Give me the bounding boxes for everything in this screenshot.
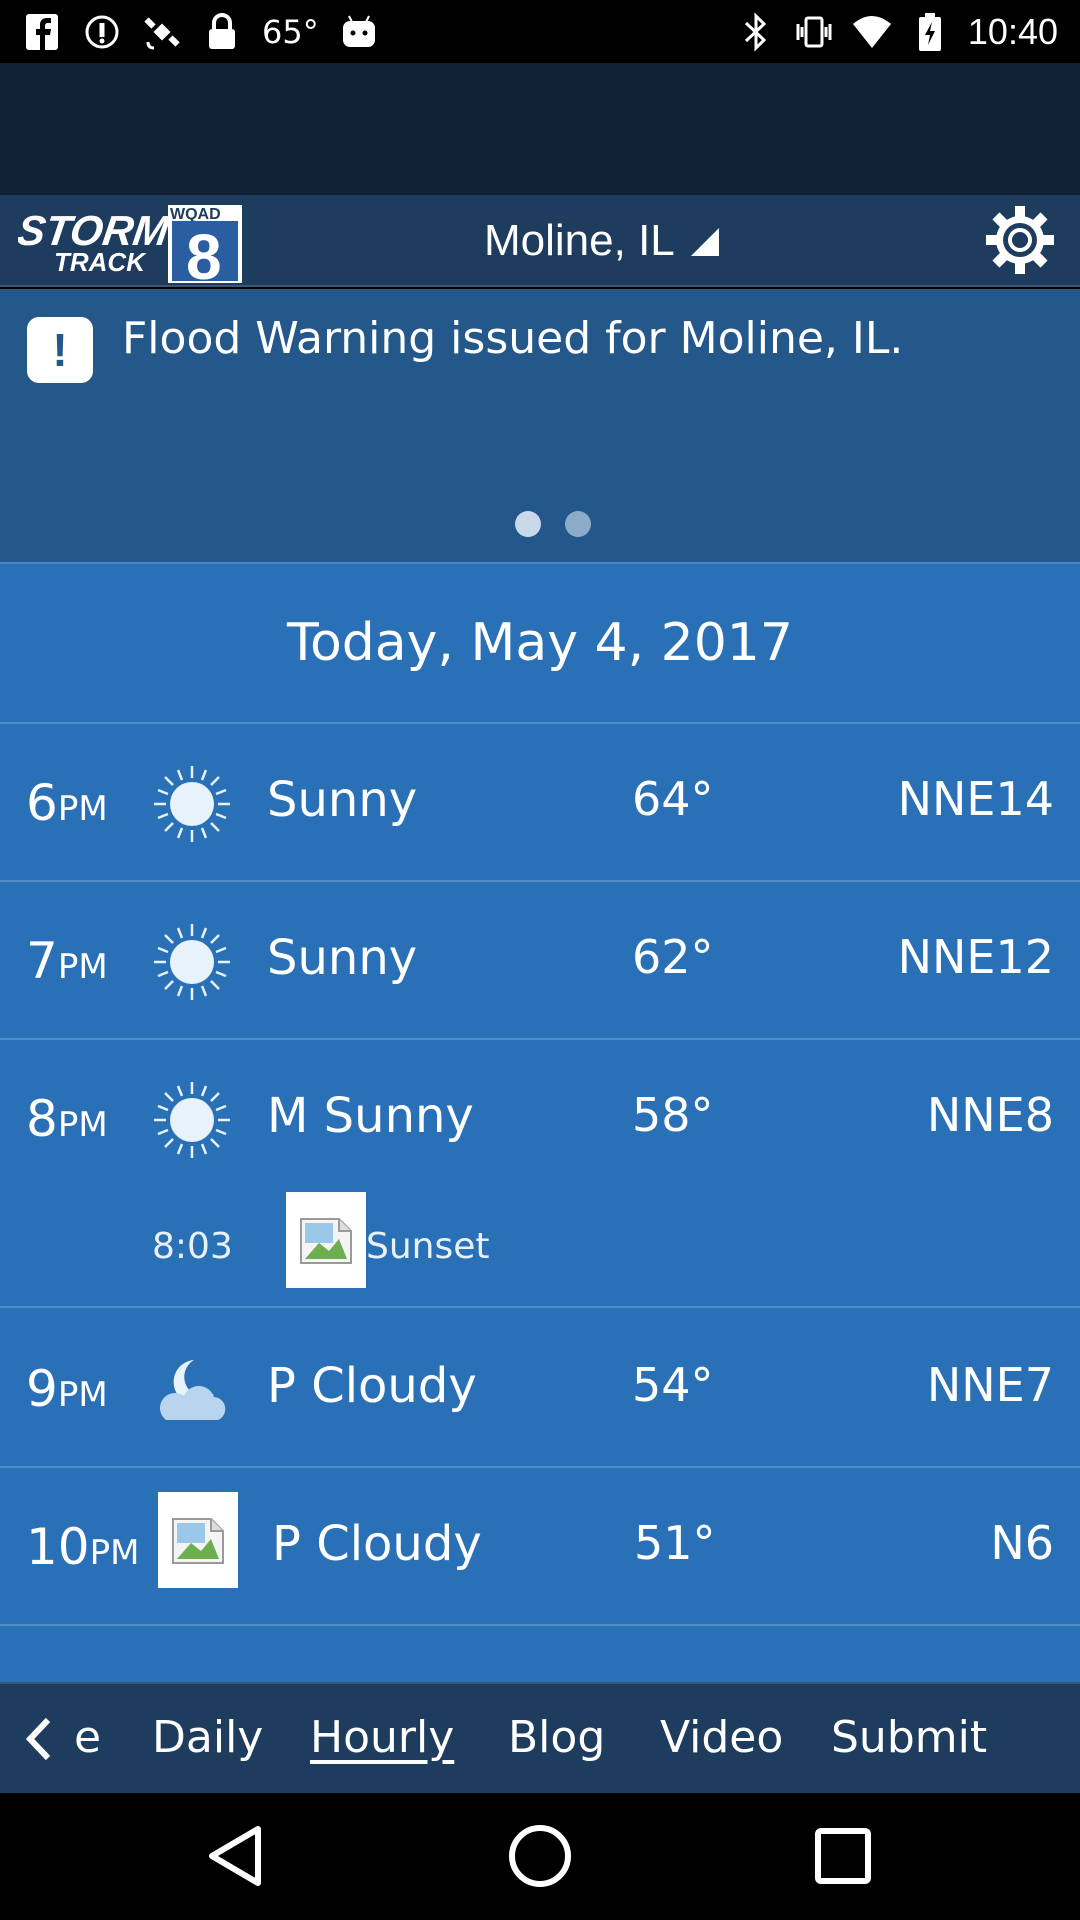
home-icon[interactable] (505, 1821, 575, 1891)
hour-time: 8PM (26, 1090, 108, 1148)
sunset-time: 8:03 (152, 1226, 233, 1267)
status-temperature: 65° (262, 12, 319, 51)
alert-pager (515, 511, 591, 537)
nav-item-submit[interactable]: Submit (831, 1712, 987, 1763)
settings-button[interactable] (984, 204, 1056, 276)
satellite-icon (142, 12, 182, 52)
alert-panel[interactable]: ! Flood Warning issued for Moline, IL. (0, 289, 1080, 562)
date-header: Today, May 4, 2017 (0, 564, 1080, 724)
logo-number-text: 8 (186, 221, 222, 283)
hour-time: 7PM (26, 932, 108, 990)
info-icon (82, 12, 122, 52)
location-selector[interactable]: Moline, IL (484, 211, 721, 271)
hour-temperature: 62° (632, 930, 714, 984)
lock-icon (202, 12, 242, 52)
hour-time: 10PM (26, 1518, 140, 1576)
broken-image-icon (286, 1192, 366, 1288)
vibrate-icon (794, 12, 834, 52)
hour-condition: P Cloudy (267, 1358, 477, 1414)
hour-condition: Sunny (267, 930, 418, 986)
hour-wind: NNE12 (897, 930, 1054, 984)
status-time: 10:40 (967, 10, 1058, 52)
sunset-label: Sunset (366, 1226, 490, 1267)
hour-temperature: 64° (632, 772, 714, 826)
hour-wind: NNE7 (926, 1358, 1054, 1412)
broken-image-icon (158, 1492, 238, 1588)
hour-temperature: 51° (634, 1516, 716, 1570)
status-icons-right: 10:40 (736, 0, 1058, 63)
nav-item-blog[interactable]: Blog (508, 1712, 605, 1763)
hour-row[interactable]: 10PM P Cloudy 51° N6 (0, 1468, 1080, 1626)
hour-row[interactable]: 8PM M Sunny 58° NNE8 (0, 1040, 1080, 1198)
dropdown-triangle-icon (690, 228, 719, 256)
hour-wind: NNE8 (926, 1088, 1054, 1142)
back-icon[interactable] (202, 1821, 272, 1891)
logo-track-text: TRACK (54, 247, 147, 277)
facebook-icon (22, 12, 62, 52)
bottom-nav: e Daily Hourly Blog Video Submit (0, 1682, 1080, 1793)
hour-row[interactable] (0, 1626, 1080, 1682)
hour-temperature: 54° (632, 1358, 714, 1412)
hour-row[interactable]: 6PM Sunny 64° NNE14 (0, 724, 1080, 882)
location-label: Moline, IL (484, 216, 675, 265)
exclamation-icon: ! (27, 317, 93, 383)
sun-icon (152, 764, 232, 844)
wifi-icon (852, 12, 892, 52)
nav-item-daily[interactable]: Daily (152, 1712, 263, 1763)
system-nav-bar (0, 1793, 1080, 1920)
storm-track-logo[interactable]: STORM TRACK WQAD 8 (14, 199, 248, 293)
pager-dot-2[interactable] (565, 511, 591, 537)
moon-cloud-icon (152, 1350, 232, 1430)
hour-row[interactable]: 7PM Sunny 62° NNE12 (0, 882, 1080, 1040)
nav-item-hourly[interactable]: Hourly (310, 1712, 454, 1763)
top-band (0, 63, 1080, 195)
alert-text: Flood Warning issued for Moline, IL. (122, 313, 904, 364)
hourly-forecast-list[interactable]: Today, May 4, 2017 6PM Sunny 64° NNE14 7… (0, 562, 1080, 1682)
hour-condition: P Cloudy (272, 1516, 482, 1572)
nav-item-video[interactable]: Video (660, 1712, 783, 1763)
gear-icon (986, 206, 1054, 274)
battery-icon (910, 12, 950, 52)
nav-item-partial[interactable]: e (74, 1712, 101, 1763)
app-header: STORM TRACK WQAD 8 Moline, IL (0, 195, 1080, 293)
android-icon (339, 12, 379, 52)
date-label: Today, May 4, 2017 (287, 613, 793, 673)
hour-time: 9PM (26, 1360, 108, 1418)
recents-icon[interactable] (808, 1821, 878, 1891)
sun-icon (152, 922, 232, 1002)
hour-condition: M Sunny (267, 1088, 474, 1144)
hour-wind: N6 (990, 1516, 1054, 1570)
hour-time: 6PM (26, 774, 108, 832)
bluetooth-icon (736, 11, 776, 52)
pager-dot-1[interactable] (515, 511, 541, 537)
hour-row[interactable]: 9PM P Cloudy 54° NNE7 (0, 1310, 1080, 1468)
hour-temperature: 58° (632, 1088, 714, 1142)
chevron-left-icon[interactable] (18, 1714, 58, 1764)
hour-wind: NNE14 (897, 772, 1054, 826)
status-icons-left: 65° (22, 0, 379, 63)
sun-icon (152, 1080, 232, 1160)
status-bar: 65° 10:40 (0, 0, 1080, 63)
hour-condition: Sunny (267, 772, 418, 828)
sunset-row: 8:03 Sunset (0, 1192, 1080, 1308)
